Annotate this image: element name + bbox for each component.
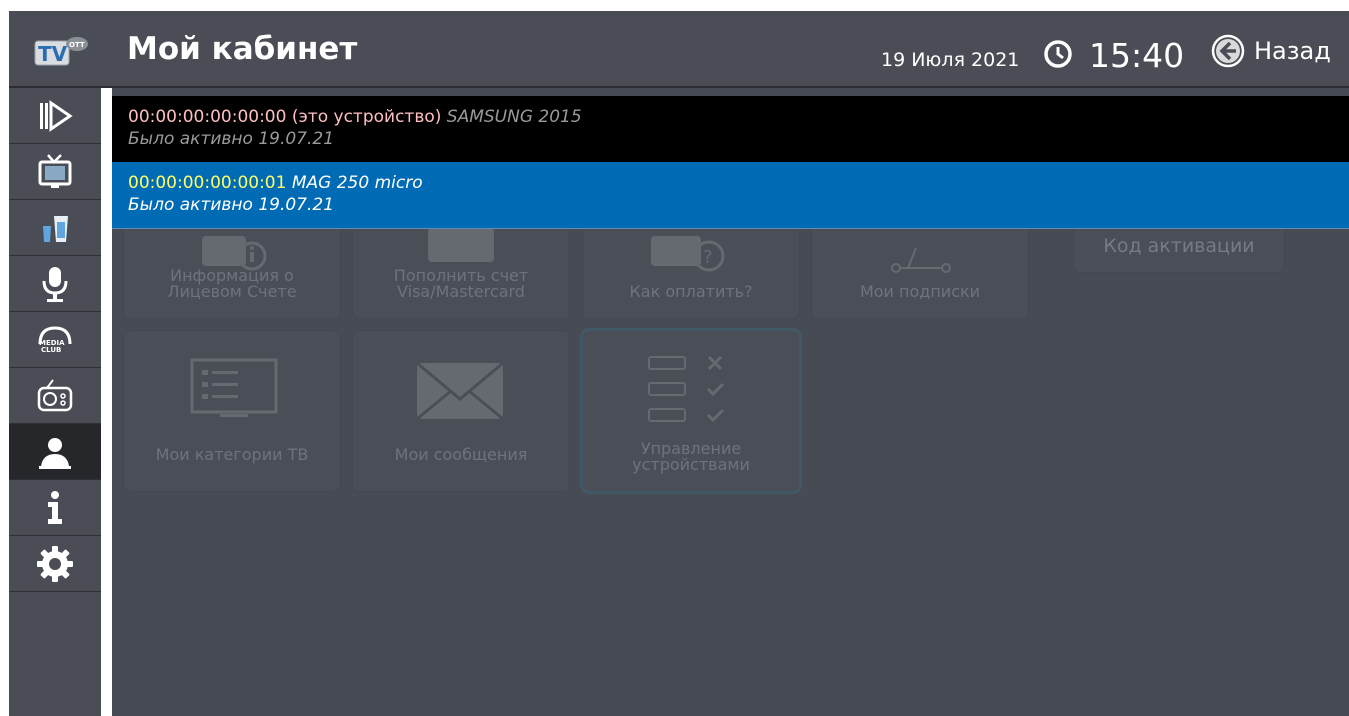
current-date: 19 Июля 2021 xyxy=(881,49,1020,71)
cinema-icon xyxy=(43,215,68,242)
sidebar-item-play[interactable] xyxy=(9,88,101,144)
card-icon xyxy=(428,228,494,262)
header: TV OTT Мой кабинет 19 Июля 2021 15:40 На… xyxy=(9,11,1349,88)
sidebar-item-media-club[interactable]: MEDIA CLUB xyxy=(9,312,101,368)
current-time: 15:40 xyxy=(1089,36,1185,75)
envelope-icon xyxy=(416,361,504,421)
wallet-question-icon: ? xyxy=(651,236,725,272)
main-content: Информация о Лицевом Счете Пополнить сче… xyxy=(112,88,1349,716)
svg-text:?: ? xyxy=(703,247,713,268)
device-mac: 00:00:00:00:00:01 xyxy=(128,173,287,193)
tile-device-management[interactable]: Управление устройствами xyxy=(583,331,799,491)
app-window: TV OTT Мой кабинет 19 Июля 2021 15:40 На… xyxy=(9,11,1349,716)
device-mac: 00:00:00:00:00:00 xyxy=(128,107,287,127)
tile-messages[interactable]: Мои сообщения xyxy=(353,331,569,491)
device-row-selected[interactable]: 00:00:00:00:00:01 MAG 250 micro Было акт… xyxy=(112,162,1349,229)
user-icon xyxy=(39,437,71,469)
info-icon xyxy=(48,490,62,524)
play-icon xyxy=(40,99,73,132)
sidebar-item-info[interactable] xyxy=(9,480,101,536)
device-activity: Было активно 19.07.21 xyxy=(128,129,335,149)
sidebar-item-tv[interactable] xyxy=(9,144,101,200)
gear-icon xyxy=(37,545,73,582)
tv-ott-logo: TV OTT xyxy=(34,37,88,66)
device-title: 00:00:00:00:00:00 (это устройство) SAMSU… xyxy=(128,107,582,127)
media-club-icon: MEDIA CLUB xyxy=(38,325,72,354)
device-list: 00:00:00:00:00:00 (это устройство) SAMSU… xyxy=(112,96,1349,229)
page-title: Мой кабинет xyxy=(127,31,358,67)
wallet-info-icon xyxy=(202,236,267,271)
tv-icon xyxy=(38,153,72,188)
microphone-icon xyxy=(42,266,68,302)
device-model: SAMSUNG 2015 xyxy=(446,107,582,127)
tile-label: Код активации xyxy=(1103,235,1255,257)
clock-icon xyxy=(1044,40,1072,68)
device-current-tag: (это устройство) xyxy=(291,107,442,127)
tile-tv-categories[interactable]: Мои категории ТВ xyxy=(124,331,340,491)
device-manage-icon xyxy=(648,355,725,423)
sidebar-item-karaoke[interactable] xyxy=(9,256,101,312)
svg-text:OTT: OTT xyxy=(69,41,85,49)
arrow-left-circle-icon xyxy=(1211,34,1245,68)
radio-icon xyxy=(37,378,73,411)
svg-text:CLUB: CLUB xyxy=(41,346,61,354)
device-row[interactable]: 00:00:00:00:00:00 (это устройство) SAMSU… xyxy=(112,96,1349,162)
device-title: 00:00:00:00:00:01 MAG 250 micro xyxy=(128,173,423,193)
tile-label: Как оплатить? xyxy=(629,282,753,301)
sidebar-item-settings[interactable] xyxy=(9,536,101,592)
tile-label: Информация о Лицевом Счете xyxy=(167,266,297,301)
device-model: MAG 250 micro xyxy=(291,173,423,193)
tile-label: Мои подписки xyxy=(859,282,981,301)
tile-label: Мои категории ТВ xyxy=(155,445,309,464)
tile-label: Управление устройствами xyxy=(632,439,750,474)
back-label: Назад xyxy=(1254,37,1331,65)
sidebar: MEDIA CLUB xyxy=(9,88,101,716)
divider xyxy=(101,88,112,716)
svg-text:TV: TV xyxy=(38,42,68,66)
device-activity: Было активно 19.07.21 xyxy=(128,195,335,215)
tv-list-icon xyxy=(190,358,278,417)
back-button[interactable]: Назад xyxy=(1211,34,1331,68)
sidebar-item-account[interactable] xyxy=(9,424,101,480)
subscriptions-icon xyxy=(891,247,951,273)
sidebar-item-cinema[interactable] xyxy=(9,200,101,256)
sidebar-item-radio[interactable] xyxy=(9,368,101,424)
tile-label: Мои сообщения xyxy=(394,445,528,464)
tile-label: Пополнить счет Visa/Mastercard xyxy=(393,266,529,301)
